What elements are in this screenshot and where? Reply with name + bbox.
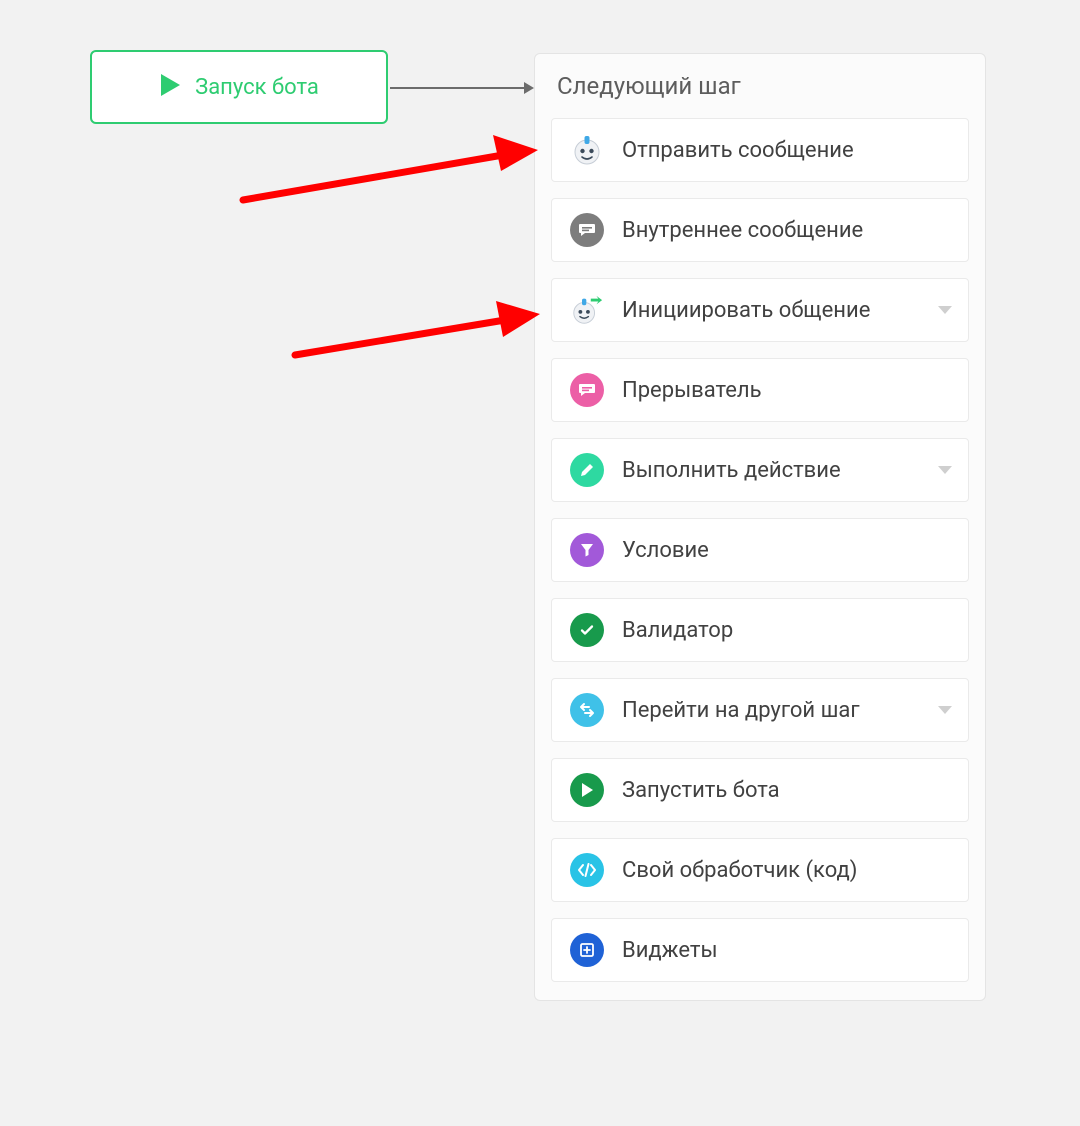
message-pink-icon [570,373,604,407]
check-green-icon [570,613,604,647]
annotation-arrow-2 [290,300,550,360]
option-send-message[interactable]: Отправить сообщение [551,118,969,182]
option-label: Условие [622,538,709,563]
arrows-blue-icon [570,693,604,727]
robot-arrow-icon [570,293,604,327]
option-goto-step[interactable]: Перейти на другой шаг [551,678,969,742]
option-run-action[interactable]: Выполнить действие [551,438,969,502]
option-label: Отправить сообщение [622,138,854,163]
next-step-panel: Следующий шаг Отправить сообщение [534,53,986,1001]
option-breaker[interactable]: Прерыватель [551,358,969,422]
option-custom-handler[interactable]: Свой обработчик (код) [551,838,969,902]
robot-icon [570,133,604,167]
option-label: Инициировать общение [622,298,870,323]
option-label: Внутреннее сообщение [622,218,863,243]
option-label: Валидатор [622,618,733,643]
chevron-down-icon [938,706,952,714]
funnel-purple-icon [570,533,604,567]
play-green-icon [570,773,604,807]
option-label: Запустить бота [622,778,780,803]
start-bot-label: Запуск бота [195,75,319,100]
panel-title: Следующий шаг [557,72,969,100]
start-bot-block[interactable]: Запуск бота [90,50,388,124]
option-initiate-chat[interactable]: Инициировать общение [551,278,969,342]
option-run-bot[interactable]: Запустить бота [551,758,969,822]
option-widgets[interactable]: Виджеты [551,918,969,982]
annotation-arrow-1 [238,135,548,205]
connector-arrow [390,87,532,89]
widget-blue-icon [570,933,604,967]
message-grey-icon [570,213,604,247]
play-icon [159,73,181,101]
option-label: Прерыватель [622,378,762,403]
option-label: Перейти на другой шаг [622,698,860,723]
option-condition[interactable]: Условие [551,518,969,582]
option-internal-message[interactable]: Внутреннее сообщение [551,198,969,262]
option-label: Свой обработчик (код) [622,858,857,883]
option-label: Виджеты [622,938,718,963]
option-validator[interactable]: Валидатор [551,598,969,662]
option-label: Выполнить действие [622,458,841,483]
code-cyan-icon [570,853,604,887]
chevron-down-icon [938,466,952,474]
chevron-down-icon [938,306,952,314]
pencil-green-icon [570,453,604,487]
